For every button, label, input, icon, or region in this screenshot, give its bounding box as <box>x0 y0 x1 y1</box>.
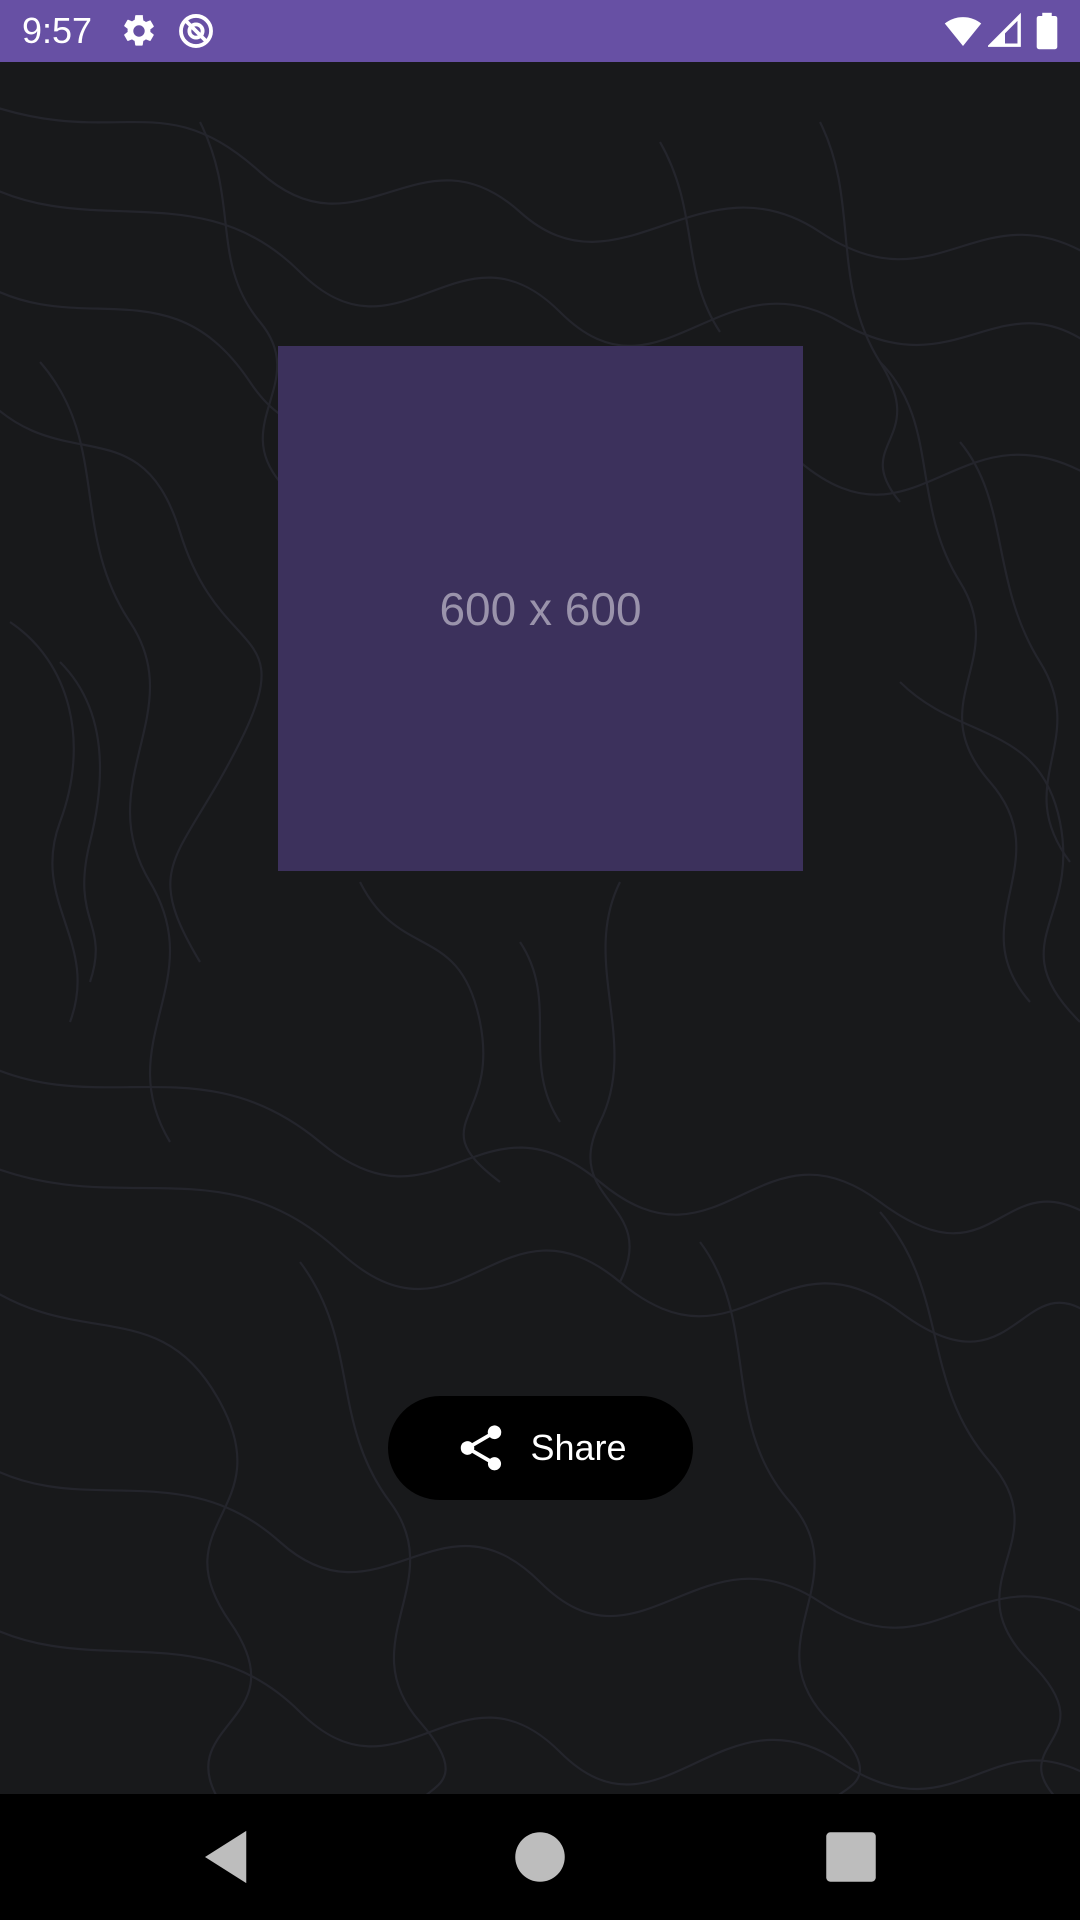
share-button-label: Share <box>530 1427 627 1468</box>
home-icon[interactable] <box>507 1824 573 1890</box>
battery-icon <box>1036 12 1058 50</box>
status-bar: 9:57 <box>0 0 1080 62</box>
placeholder-dimensions-label: 600 x 600 <box>439 582 642 635</box>
app-screen: 9:57 600 x 600 Share <box>0 0 1080 1920</box>
system-navigation-bar <box>0 1794 1080 1920</box>
topographic-background <box>0 107 1080 1794</box>
no-sync-icon <box>179 14 213 48</box>
share-button[interactable]: Share <box>388 1396 693 1500</box>
placeholder-image: 600 x 600 <box>278 346 803 871</box>
back-icon[interactable] <box>194 1824 260 1890</box>
gear-icon <box>124 15 154 46</box>
signal-icon <box>988 12 1021 47</box>
share-icon <box>461 1425 502 1471</box>
status-time: 9:57 <box>22 10 93 51</box>
recents-icon[interactable] <box>818 1824 884 1890</box>
wifi-icon <box>944 17 982 47</box>
